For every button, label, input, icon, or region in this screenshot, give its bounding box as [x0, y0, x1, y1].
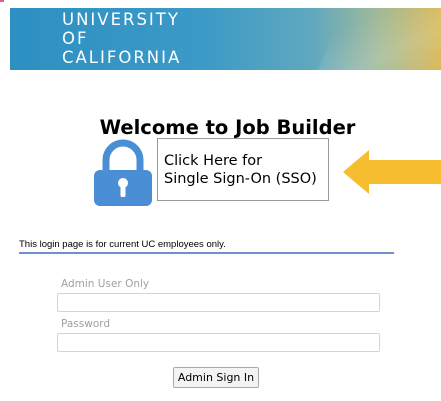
- password-label: Password: [61, 318, 111, 330]
- uc-logo: UNIVERSITY OF CALIFORNIA: [62, 10, 181, 67]
- admin-user-label: Admin User Only: [61, 278, 150, 290]
- page-title: Welcome to Job Builder: [99, 116, 356, 139]
- sso-sign-in-button[interactable]: Click Here for Single Sign-On (SSO): [157, 138, 329, 201]
- arrow-left-icon: [343, 150, 441, 194]
- sso-line-1: Click Here for: [164, 153, 263, 169]
- lock-icon[interactable]: [92, 138, 154, 206]
- corner-mark: [0, 0, 4, 2]
- sso-line-2: Single Sign-On (SSO): [164, 171, 317, 187]
- divider: [19, 252, 394, 254]
- password-input[interactable]: [57, 333, 380, 352]
- employee-notice: This login page is for current UC employ…: [19, 239, 226, 250]
- logo-line-1: UNIVERSITY: [62, 10, 180, 29]
- header-banner: UNIVERSITY OF CALIFORNIA: [10, 8, 441, 70]
- admin-sign-in-button[interactable]: Admin Sign In: [173, 367, 259, 388]
- logo-line-2: OF: [62, 29, 89, 48]
- logo-line-3: CALIFORNIA: [62, 48, 182, 67]
- admin-user-input[interactable]: [57, 293, 380, 312]
